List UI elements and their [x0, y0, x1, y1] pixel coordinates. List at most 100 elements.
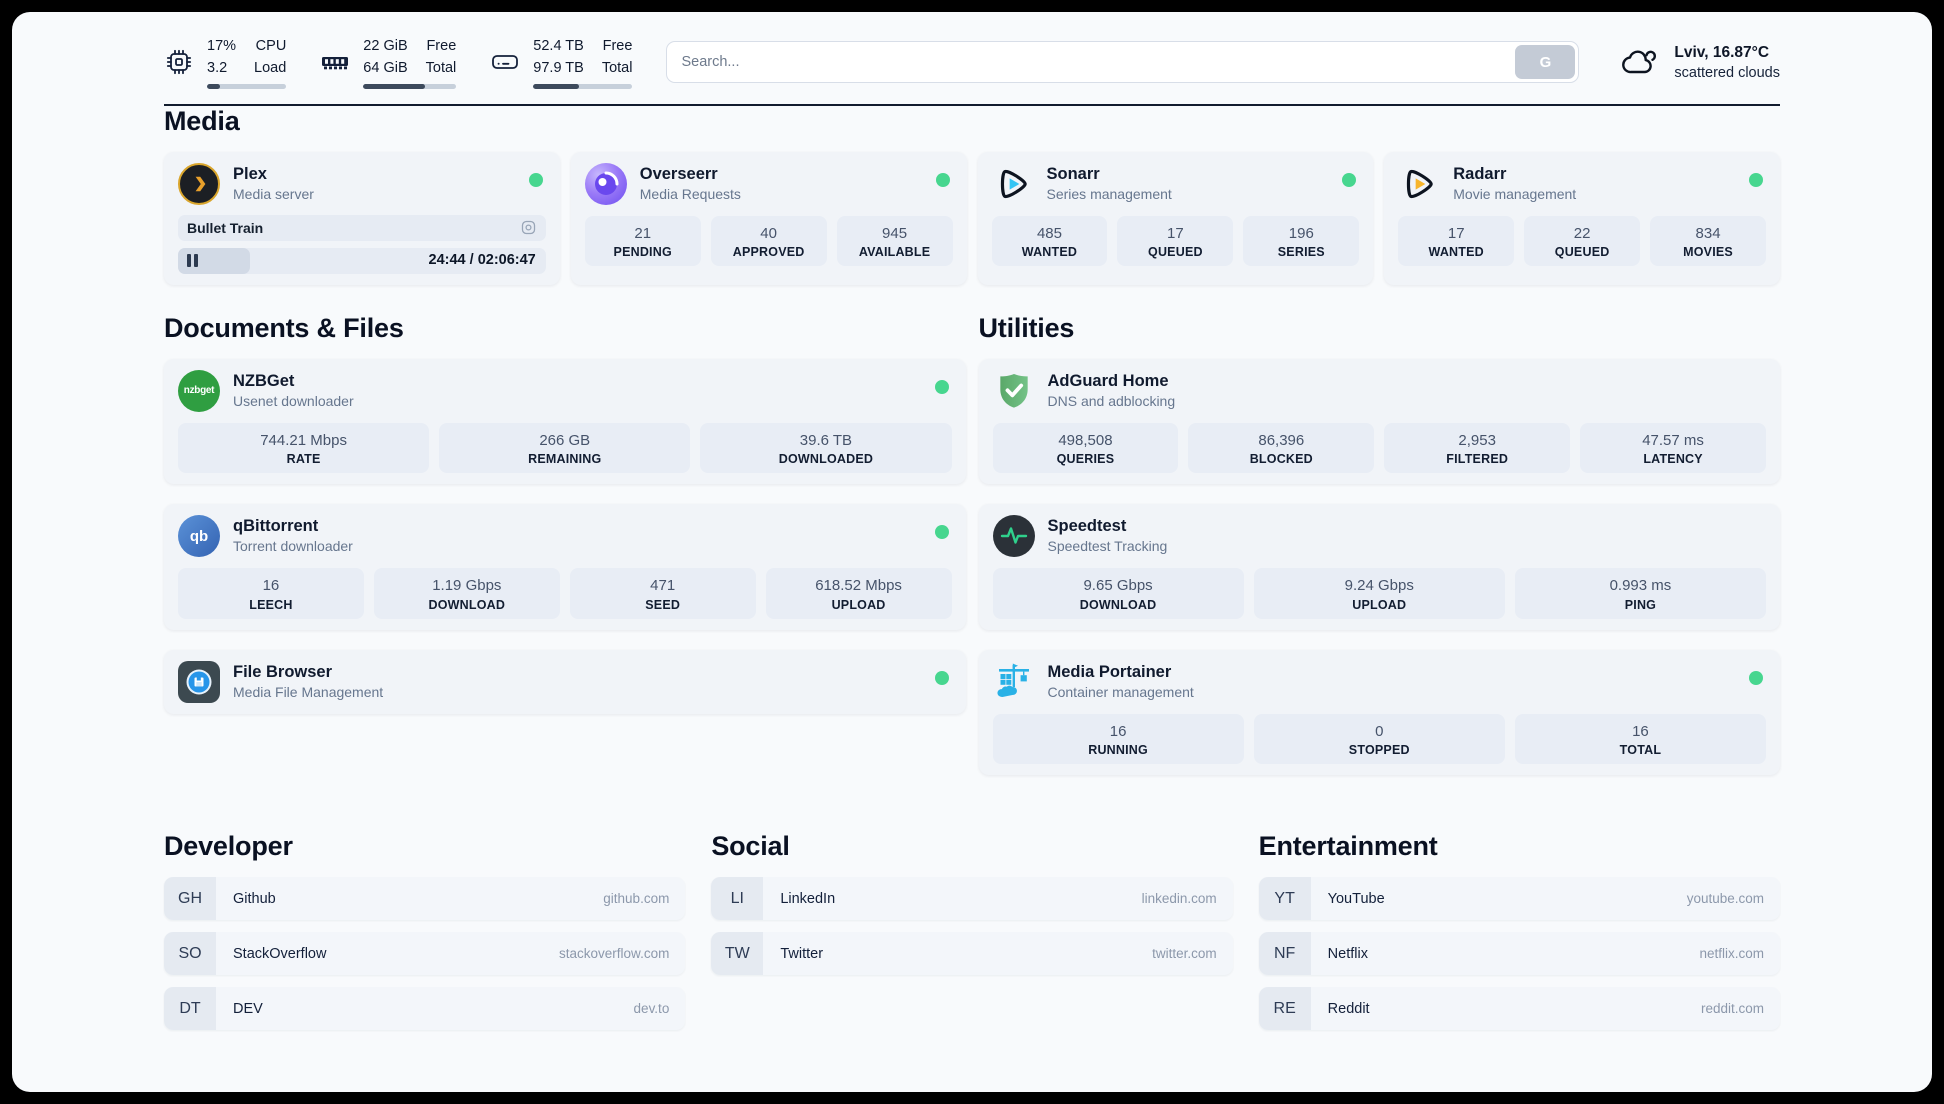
cpu-progress-track: [207, 83, 287, 89]
bookmark-netflix[interactable]: NF Netflix netflix.com: [1258, 932, 1780, 975]
section-title-social: Social: [711, 831, 790, 861]
bookmark-name: Netflix: [1327, 945, 1368, 962]
now-playing-title: Bullet Train: [187, 219, 264, 236]
service-subtitle: Media Requests: [639, 185, 741, 202]
disk-progress-track: [533, 83, 633, 89]
bookmark-name: StackOverflow: [233, 945, 327, 962]
section-social: Social LI LinkedIn linkedin.com TW Twitt…: [711, 831, 1233, 1030]
bookmark-abbr: GH: [164, 877, 216, 920]
service-title: qBittorrent: [233, 517, 319, 535]
disk-progress-fill: [533, 83, 579, 89]
service-card-qbittorrent[interactable]: qb qBittorrent Torrent downloader 16 LEEC…: [164, 504, 966, 630]
nzbget-icon: nzbget: [178, 369, 220, 412]
status-dot: [935, 172, 950, 187]
cpu-labels: CPU Load: [254, 38, 287, 76]
cpu-values: 17% 3.2: [207, 38, 237, 76]
service-card-adguard[interactable]: AdGuard Home DNS and adblocking 498,508 Q…: [978, 358, 1780, 484]
service-title: Radarr: [1453, 164, 1507, 183]
service-subtitle: Torrent downloader: [233, 538, 353, 555]
stat-seed: 471 SEED: [569, 568, 756, 619]
service-card-plex[interactable]: Plex Media server Bullet Train 24:44 / 0…: [164, 151, 560, 285]
bookmark-twitter[interactable]: TW Twitter twitter.com: [711, 932, 1233, 975]
service-card-sonarr[interactable]: Sonarr Series management 485 WANTED 17 QUE…: [977, 151, 1374, 285]
adguard-icon: [993, 370, 1035, 412]
bookmark-domain: netflix.com: [1699, 946, 1764, 961]
stat-remaining: 266 GB REMAINING: [439, 422, 691, 473]
bookmark-domain: stackoverflow.com: [559, 946, 670, 961]
status-dot: [934, 525, 949, 539]
service-card-radarr[interactable]: Radarr Movie management 17 WANTED 22 QUEUE…: [1384, 151, 1780, 285]
service-card-filebrowser[interactable]: File Browser Media File Management: [164, 649, 966, 714]
weather-condition: scattered clouds: [1674, 65, 1780, 82]
stat-rate: 744.21 Mbps RATE: [178, 422, 430, 473]
dashboard-page: 17% 3.2 CPU Load 22 GiB 64 GiB Free Tota…: [12, 12, 1932, 1092]
bookmark-stackoverflow[interactable]: SO StackOverflow stackoverflow.com: [164, 932, 686, 975]
section-media: Media Plex Media server Bullet Train 24:…: [164, 106, 1780, 285]
service-card-speedtest[interactable]: Speedtest Speedtest Tracking 9.65 Gbps DO…: [978, 504, 1780, 630]
bookmark-youtube[interactable]: YT YouTube youtube.com: [1258, 877, 1780, 920]
service-subtitle: DNS and adblocking: [1047, 392, 1176, 409]
status-dot: [528, 172, 543, 187]
plex-icon: [178, 162, 220, 205]
disk-icon: [492, 55, 519, 70]
cpu-widget: 17% 3.2 CPU Load: [164, 36, 287, 89]
weather-widget: Lviv, 16.87°C scattered clouds: [1621, 42, 1780, 83]
memory-values: 22 GiB 64 GiB: [363, 38, 408, 76]
bookmark-abbr: YT: [1258, 877, 1311, 920]
stat-upload: 9.24 Gbps UPLOAD: [1253, 568, 1505, 619]
bookmark-github[interactable]: GH Github github.com: [164, 877, 686, 920]
status-dot: [1749, 172, 1763, 187]
stat-series: 196 SERIES: [1243, 215, 1360, 266]
stat-pending: 21 PENDING: [584, 215, 701, 266]
stat-movies: 834 MOVIES: [1650, 215, 1767, 266]
stat-queued: 17 QUEUED: [1117, 215, 1234, 266]
stat-filtered: 2,953 FILTERED: [1384, 422, 1571, 473]
session-view-icon[interactable]: [520, 219, 537, 236]
cpu-icon: [166, 50, 192, 75]
plex-playback-bar: 24:44 / 02:06:47: [178, 247, 546, 274]
section-title-utilities: Utilities: [978, 312, 1075, 343]
bookmark-dev[interactable]: DT DEV dev.to: [164, 987, 686, 1030]
service-title: File Browser: [233, 662, 333, 681]
overseerr-icon: [584, 162, 627, 205]
section-title-media: Media: [164, 105, 240, 136]
pause-icon[interactable]: [187, 254, 198, 267]
plex-now-playing: Bullet Train: [178, 214, 546, 241]
stat-stopped: 0 STOPPED: [1253, 713, 1505, 764]
bookmark-linkedin[interactable]: LI LinkedIn linkedin.com: [711, 877, 1233, 920]
memory-icon: [322, 57, 349, 70]
scattered-clouds-icon: [1622, 50, 1657, 74]
service-subtitle: Media server: [233, 185, 314, 202]
stat-downloaded: 39.6 TB DOWNLOADED: [700, 422, 952, 473]
status-dot: [1342, 172, 1357, 187]
service-title: Media Portainer: [1047, 662, 1172, 681]
service-card-portainer[interactable]: Media Portainer Container management 16 R…: [978, 649, 1780, 775]
bookmark-name: DEV: [233, 1000, 263, 1017]
stat-leech: 16 LEECH: [178, 568, 364, 619]
search-provider-button[interactable]: G: [1515, 45, 1576, 80]
status-dot: [934, 670, 949, 685]
bookmark-domain: youtube.com: [1686, 891, 1764, 906]
stat-running: 16 RUNNING: [992, 713, 1244, 764]
disk-values: 52.4 TB 97.9 TB: [533, 38, 584, 76]
bookmark-abbr: NF: [1258, 932, 1311, 975]
search-input[interactable]: [666, 41, 1580, 84]
bookmark-abbr: TW: [711, 932, 764, 975]
memory-widget: 22 GiB 64 GiB Free Total: [320, 36, 457, 89]
memory-progress-fill: [363, 83, 425, 89]
service-card-nzbget[interactable]: nzbget NZBGet Usenet downloader 744.21 M…: [164, 358, 966, 484]
bookmark-name: LinkedIn: [780, 890, 836, 907]
memory-labels: Free Total: [425, 38, 457, 76]
status-dot: [934, 379, 949, 394]
service-subtitle: Container management: [1047, 683, 1194, 700]
stat-available: 945 AVAILABLE: [836, 215, 953, 266]
bookmark-reddit[interactable]: RE Reddit reddit.com: [1258, 987, 1780, 1030]
service-subtitle: Movie management: [1453, 185, 1577, 202]
stat-download: 1.19 Gbps DOWNLOAD: [373, 568, 560, 619]
service-subtitle: Speedtest Tracking: [1047, 538, 1168, 555]
speedtest-icon: [992, 515, 1035, 557]
service-title: NZBGet: [233, 371, 295, 390]
bookmark-name: Github: [233, 890, 276, 907]
section-utilities: Utilities AdGuard Home DNS and adblockin…: [978, 312, 1780, 775]
service-card-overseerr[interactable]: Overseerr Media Requests 21 PENDING 40 APP…: [570, 151, 967, 285]
